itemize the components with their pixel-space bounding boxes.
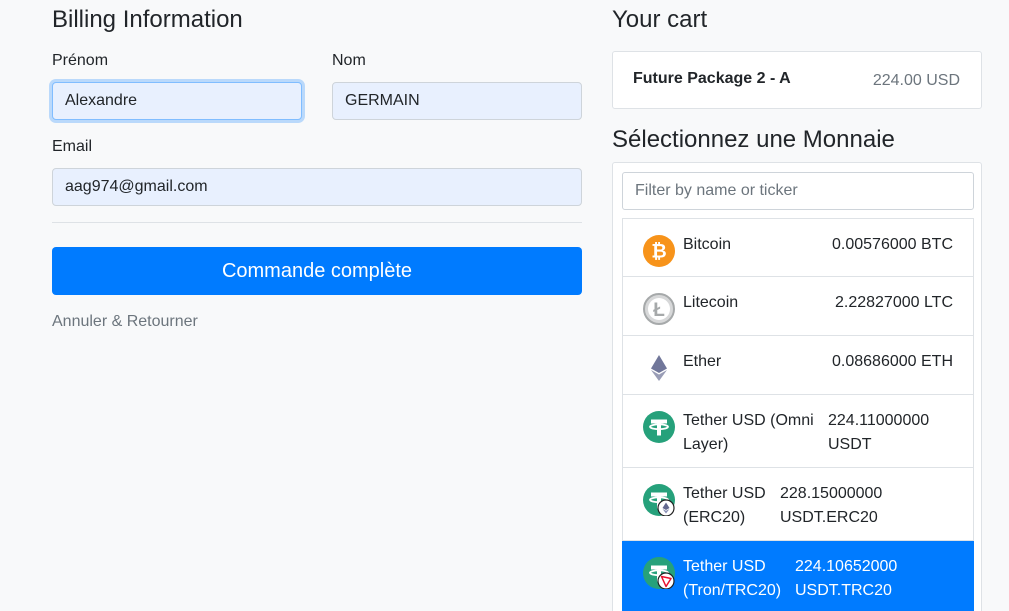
- currency-name: Litecoin: [683, 291, 738, 315]
- ether-icon: [643, 352, 675, 384]
- currency-option[interactable]: Tether USD (Tron/TRC20) 224.10652000 USDT.T…: [622, 541, 974, 611]
- currency-option[interactable]: Ł Litecoin 2.22827000 LTC: [622, 277, 974, 336]
- currency-amount: 0.08686000 ETH: [832, 350, 953, 374]
- last-name-input[interactable]: [332, 82, 582, 120]
- currency-list: ₿ Bitcoin 0.00576000 BTC Ł Litecoin 2.2282700…: [622, 218, 974, 611]
- svg-text:₿: ₿: [651, 242, 666, 263]
- currency-name-line: Litecoin: [683, 294, 739, 311]
- currency-name-line: Tether USD: [683, 485, 766, 502]
- currency-amount: 2.22827000 LTC: [835, 291, 953, 315]
- currency-amount: 224.11000000 USDT: [828, 409, 929, 457]
- currency-name-line: Layer): [683, 436, 729, 453]
- email-label: Email: [52, 138, 93, 155]
- cart-item-price: 224.00 USD: [872, 72, 960, 89]
- currency-name: Ether: [683, 350, 721, 374]
- currency-name-line: Tether USD (Omni: [683, 412, 814, 429]
- currency-title: Sélectionnez une Monnaie: [612, 126, 895, 153]
- currency-name-line: Tether USD: [683, 558, 766, 575]
- currency-amount-line: 224.10652000: [795, 558, 898, 575]
- tether-icon: [643, 411, 675, 443]
- currency-amount: 228.15000000 USDT.ERC20: [780, 482, 882, 530]
- currency-amount-line: 0.00576000 BTC: [832, 236, 953, 253]
- cart-title: Your cart: [612, 6, 708, 33]
- bitcoin-icon: ₿: [643, 235, 675, 267]
- currency-amount: 0.00576000 BTC: [832, 233, 953, 257]
- currency-amount-line: 224.11000000: [828, 412, 930, 429]
- cart-item-name: Future Package 2 - A: [633, 70, 791, 87]
- cart-item: Future Package 2 - A 224.00 USD: [612, 51, 982, 109]
- complete-order-button[interactable]: Commande complète: [52, 247, 582, 295]
- tether-trc20-icon: [643, 557, 675, 590]
- currency-name: Tether USD (Omni Layer): [683, 409, 814, 457]
- currency-name: Tether USD (ERC20): [683, 482, 766, 530]
- currency-panel: ₿ Bitcoin 0.00576000 BTC Ł Litecoin 2.2282700…: [612, 162, 982, 611]
- last-name-label: Nom: [332, 52, 366, 69]
- divider: [52, 222, 582, 223]
- currency-amount-line: 2.22827000 LTC: [834, 294, 953, 311]
- currency-amount-line: USDT.ERC20: [780, 509, 878, 526]
- currency-option[interactable]: Ether 0.08686000 ETH: [622, 336, 974, 395]
- currency-name-line: Ether: [683, 353, 722, 370]
- first-name-input[interactable]: [52, 82, 302, 120]
- currency-option[interactable]: Tether USD (Omni Layer) 224.11000000 USDT: [622, 395, 974, 468]
- currency-name: Bitcoin: [683, 233, 731, 257]
- currency-amount: 224.10652000 USDT.TRC20: [795, 555, 897, 603]
- billing-title: Billing Information: [52, 6, 243, 33]
- currency-amount-line: 0.08686000 ETH: [832, 353, 953, 370]
- cancel-return-link[interactable]: Annuler & Retourner: [52, 313, 198, 331]
- litecoin-icon: Ł: [643, 293, 675, 325]
- email-input[interactable]: [52, 168, 582, 206]
- first-name-label: Prénom: [52, 52, 109, 69]
- currency-amount-line: 228.15000000: [780, 485, 883, 502]
- currency-name-line: (ERC20): [683, 509, 746, 526]
- currency-name-line: (Tron/TRC20): [683, 582, 782, 599]
- currency-name-line: Bitcoin: [683, 236, 732, 253]
- tether-erc20-icon: [643, 484, 675, 517]
- currency-amount-line: USDT.TRC20: [795, 582, 892, 599]
- currency-option[interactable]: Tether USD (ERC20) 228.15000000 USDT.ERC20: [622, 468, 974, 541]
- currency-amount-line: USDT: [828, 436, 872, 453]
- currency-option[interactable]: ₿ Bitcoin 0.00576000 BTC: [622, 218, 974, 277]
- svg-text:Ł: Ł: [653, 300, 665, 321]
- currency-name: Tether USD (Tron/TRC20): [683, 555, 781, 603]
- currency-filter-input[interactable]: [622, 172, 974, 210]
